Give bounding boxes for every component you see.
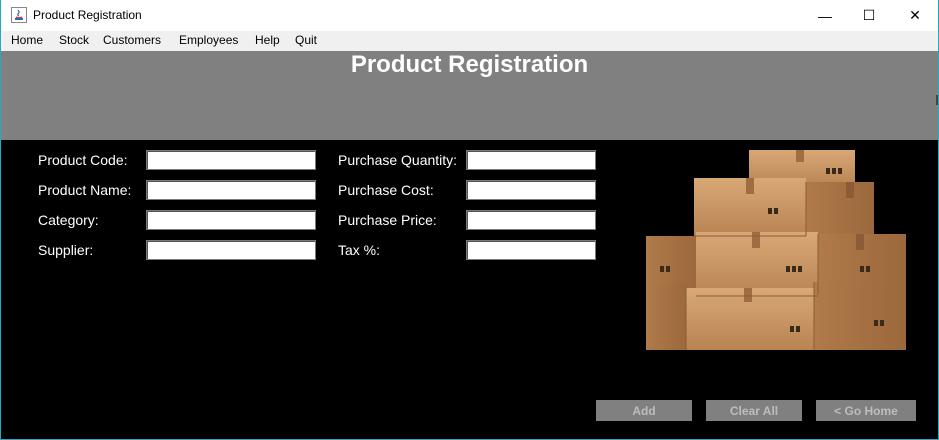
purchase-cost-label: Purchase Cost: — [338, 182, 434, 198]
minimize-icon: — — [818, 7, 832, 24]
purchase-quantity-label: Purchase Quantity: — [338, 152, 458, 168]
window-title: Product Registration — [33, 8, 142, 22]
minimize-button[interactable]: — — [802, 0, 848, 31]
title-bar: Product Registration — ☐ ✕ — [1, 0, 938, 31]
supplier-field[interactable] — [146, 240, 316, 260]
menu-employees[interactable]: Employees — [179, 33, 238, 47]
menu-customers[interactable]: Customers — [103, 33, 161, 47]
header-panel: Product Registration — [1, 51, 938, 140]
category-label: Category: — [38, 212, 99, 228]
product-code-field[interactable] — [146, 150, 316, 170]
purchase-cost-field[interactable] — [466, 180, 596, 200]
purchase-quantity-field[interactable] — [466, 150, 596, 170]
app-window: Product Registration — ☐ ✕ Home Stock Cu… — [0, 0, 939, 440]
add-button[interactable]: Add — [596, 400, 692, 421]
close-icon: ✕ — [909, 7, 921, 23]
page-title: Product Registration — [350, 51, 589, 78]
product-name-label: Product Name: — [38, 182, 132, 198]
product-code-label: Product Code: — [38, 152, 128, 168]
menu-bar: Home Stock Customers Employees Help Quit — [1, 31, 938, 51]
go-home-button[interactable]: < Go Home — [816, 400, 916, 421]
clear-all-button[interactable]: Clear All — [706, 400, 802, 421]
menu-home[interactable]: Home — [11, 33, 43, 47]
maximize-button[interactable]: ☐ — [846, 0, 892, 31]
supplier-label: Supplier: — [38, 242, 94, 258]
java-app-icon — [11, 7, 27, 23]
purchase-price-field[interactable] — [466, 210, 596, 230]
product-name-field[interactable] — [146, 180, 316, 200]
purchase-price-label: Purchase Price: — [338, 212, 437, 228]
category-field[interactable] — [146, 210, 316, 230]
close-button[interactable]: ✕ — [892, 0, 938, 31]
tax-label: Tax %: — [338, 242, 381, 258]
menu-quit[interactable]: Quit — [295, 33, 317, 47]
maximize-icon: ☐ — [862, 7, 876, 23]
menu-help[interactable]: Help — [255, 33, 280, 47]
tax-field[interactable] — [466, 240, 596, 260]
menu-stock[interactable]: Stock — [59, 33, 89, 47]
resize-handle — [936, 95, 938, 105]
cardboard-boxes-image — [646, 150, 906, 350]
